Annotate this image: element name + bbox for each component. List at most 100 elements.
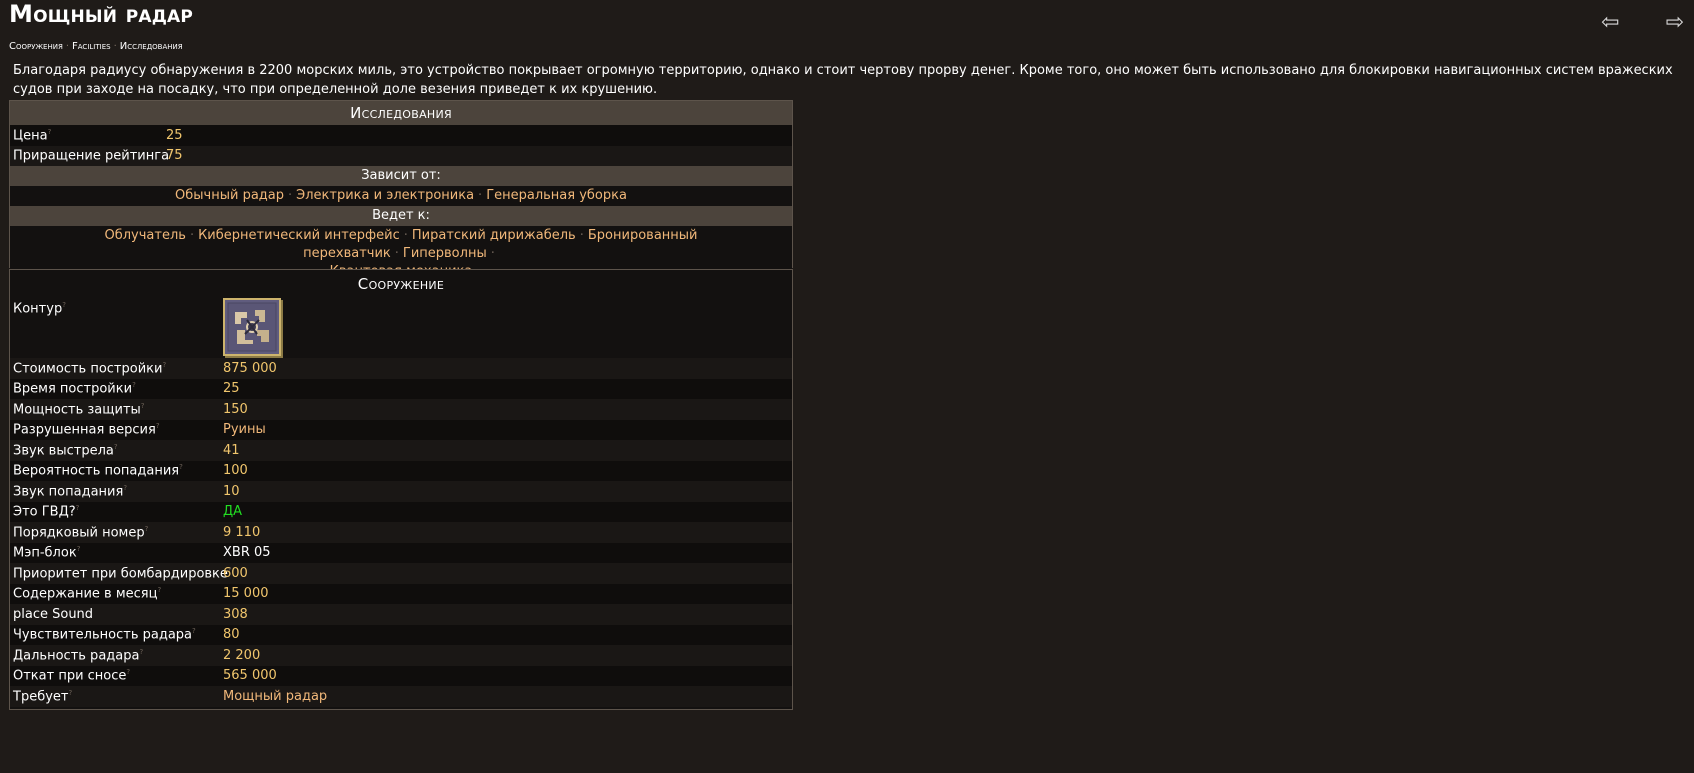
table-row: Содержание в месяц? 15 000: [10, 583, 792, 604]
row-label: Это ГВД??: [13, 504, 80, 520]
row-value: 15 000: [223, 586, 269, 602]
row-value: 2 200: [223, 647, 261, 663]
row-label: Звук попадания?: [13, 483, 128, 499]
table-row: place Sound 308: [10, 604, 792, 625]
row-label: Цена?: [13, 127, 52, 143]
link-separator: ·: [579, 228, 584, 243]
row-value: 25: [166, 127, 183, 143]
help-icon[interactable]: ?: [123, 484, 127, 492]
table-row: Откат при сносе? 565 000: [10, 665, 792, 686]
table-row: Звук попадания? 10: [10, 481, 792, 502]
row-label: Контур?: [13, 301, 66, 317]
leads-link[interactable]: Кибернетический интерфейс: [198, 228, 400, 243]
breadcrumb: Сооружения · Facilities · Исследования: [9, 41, 183, 52]
help-icon[interactable]: ?: [62, 301, 66, 309]
help-icon[interactable]: ?: [145, 525, 149, 533]
depends-header: Зависит от:: [10, 166, 792, 186]
page: Мощный радар Сооружения · Facilities · Иссле…: [0, 0, 1694, 773]
depends-link[interactable]: Электрика и электроника: [296, 188, 474, 203]
depends-link[interactable]: Генеральная уборка: [486, 188, 627, 203]
row-label: Вероятность попадания?: [13, 463, 183, 479]
row-label: Откат при сносе?: [13, 668, 131, 684]
breadcrumb-item[interactable]: Сооружения: [9, 41, 63, 52]
row-label: Порядковый номер?: [13, 524, 149, 540]
table-row: Это ГВД?? ДА: [10, 501, 792, 522]
help-icon[interactable]: ?: [132, 381, 136, 389]
row-label: place Sound: [13, 606, 94, 622]
row-value: 75: [166, 148, 183, 164]
table-row: Разрушенная версия? Руины: [10, 419, 792, 440]
radar-contour-image: [223, 298, 281, 356]
row-label: Приоритет при бомбардировке?: [13, 565, 232, 581]
row-label: Приращение рейтинга?: [13, 148, 173, 164]
help-icon[interactable]: ?: [179, 463, 183, 471]
table-row: Чувствительность радара? 80: [10, 624, 792, 645]
nav-arrows: ⇦ ⇨: [1601, 12, 1684, 34]
table-row: Порядковый номер? 9 110: [10, 522, 792, 543]
leads-link[interactable]: Облучатель: [104, 228, 185, 243]
row-value: 100: [223, 463, 248, 479]
breadcrumb-item[interactable]: Исследования: [120, 41, 183, 52]
breadcrumb-separator: ·: [113, 41, 117, 52]
row-value: 565 000: [223, 668, 277, 684]
help-icon[interactable]: ?: [141, 402, 145, 410]
link-separator: ·: [478, 188, 483, 203]
radar-sprite-icon: [225, 300, 279, 354]
row-label: Время постройки?: [13, 381, 136, 397]
page-title: Мощный радар: [9, 0, 194, 28]
research-panel: Исследования Цена? 25 Приращение рейтинг…: [9, 100, 793, 282]
row-value: 600: [223, 565, 248, 581]
row-value: 150: [223, 401, 248, 417]
research-row-cost: Цена? 25: [10, 125, 792, 146]
help-icon[interactable]: ?: [114, 443, 118, 451]
help-icon[interactable]: ?: [139, 648, 143, 656]
leads-link[interactable]: Гиперволны: [403, 246, 487, 261]
link-separator: ·: [394, 246, 399, 261]
help-icon[interactable]: ?: [126, 668, 130, 676]
help-icon[interactable]: ?: [192, 627, 196, 635]
help-icon[interactable]: ?: [156, 422, 160, 430]
leads-header: Ведет к:: [10, 206, 792, 226]
back-arrow-icon[interactable]: ⇦: [1601, 12, 1619, 34]
table-row: Время постройки? 25: [10, 378, 792, 399]
link-separator: ·: [403, 228, 408, 243]
row-label: Стоимость постройки?: [13, 360, 167, 376]
building-header: Сооружение: [10, 270, 792, 296]
table-row: Дальность радара? 2 200: [10, 645, 792, 666]
help-icon[interactable]: ?: [157, 586, 161, 594]
breadcrumb-separator: ·: [65, 41, 70, 52]
breadcrumb-item[interactable]: Facilities: [72, 41, 111, 52]
contour-row: Контур?: [10, 296, 792, 358]
row-label: Разрушенная версия?: [13, 422, 160, 438]
row-value: 9 110: [223, 524, 261, 540]
link-separator: ·: [288, 188, 293, 203]
row-label: Требует?: [13, 688, 73, 704]
row-label: Мощность защиты?: [13, 401, 145, 417]
yes-badge: ДА: [223, 504, 243, 520]
row-value: 80: [223, 627, 240, 643]
requires-link[interactable]: Мощный радар: [223, 689, 327, 704]
row-value: 308: [223, 606, 248, 622]
table-row: Требует? Мощный радар: [10, 686, 792, 707]
research-row-rating: Приращение рейтинга? 75: [10, 145, 792, 166]
help-icon[interactable]: ?: [162, 361, 166, 369]
forward-arrow-icon[interactable]: ⇨: [1666, 12, 1684, 34]
help-icon[interactable]: ?: [68, 689, 72, 697]
leads-link[interactable]: Пиратский дирижабель: [412, 228, 576, 243]
table-row: Вероятность попадания? 100: [10, 460, 792, 481]
description: Благодаря радиусу обнаружения в 2200 мор…: [13, 63, 1673, 97]
row-value: 41: [223, 442, 240, 458]
research-rows: Цена? 25 Приращение рейтинга? 75: [10, 125, 792, 166]
table-row: Мощность защиты? 150: [10, 399, 792, 420]
help-icon[interactable]: ?: [77, 545, 81, 553]
depends-link[interactable]: Обычный радар: [175, 188, 284, 203]
ruins-link[interactable]: Руины: [223, 422, 266, 437]
table-row: Стоимость постройки? 875 000: [10, 358, 792, 379]
row-label: Мэп-блок?: [13, 545, 81, 561]
row-label: Содержание в месяц?: [13, 586, 162, 602]
help-icon[interactable]: ?: [48, 128, 52, 136]
row-label: Звук выстрела?: [13, 442, 118, 458]
table-row: Звук выстрела? 41: [10, 440, 792, 461]
help-icon[interactable]: ?: [76, 504, 80, 512]
row-value: 10: [223, 483, 240, 499]
